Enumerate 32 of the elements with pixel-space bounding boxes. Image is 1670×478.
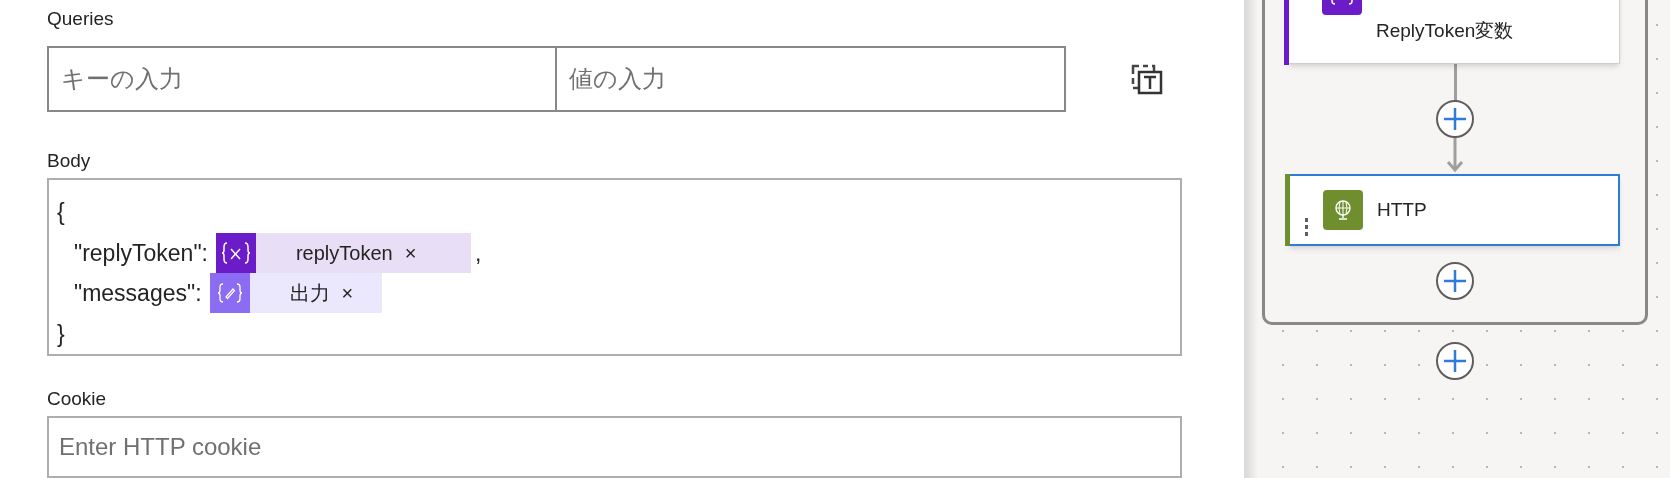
remove-token-button[interactable]: × <box>404 242 417 263</box>
action-title: HTTP <box>1377 198 1427 222</box>
code-text: { <box>57 198 65 227</box>
cookie-input-field[interactable]: Enter HTTP cookie <box>47 416 1182 478</box>
code-text: "messages": <box>74 279 202 308</box>
action-title: ReplyToken変数 <box>1376 19 1514 43</box>
action-card[interactable]: HTTP <box>1288 174 1620 246</box>
field-label: Body <box>47 149 91 173</box>
code-text: } <box>57 319 65 349</box>
token-label: replyToken <box>295 240 393 266</box>
token-chip[interactable]: 出力 × <box>209 273 382 314</box>
code-text: "replyToken": <box>74 238 208 268</box>
variable-icon <box>220 240 251 265</box>
token-label: 出力 <box>289 281 330 307</box>
remove-token-button[interactable]: × <box>341 283 354 304</box>
expression-icon <box>216 283 243 304</box>
text-mode-icon[interactable] <box>1130 62 1164 96</box>
drag-handle-icon[interactable] <box>1305 218 1308 236</box>
plus-icon <box>1444 270 1466 292</box>
value-input-field[interactable]: 値の入力 <box>557 46 1066 112</box>
add-step-button[interactable] <box>1436 342 1474 380</box>
connector-line <box>1454 64 1457 101</box>
key-input-field[interactable]: キーの入力 <box>47 46 557 112</box>
code-text: , <box>474 238 482 268</box>
field-label: Cookie <box>47 387 107 411</box>
body-editor-field[interactable]: { "replyToken": replyToken × , "messages": 出力 × } <box>47 178 1182 356</box>
plus-icon <box>1444 350 1466 372</box>
token-chip[interactable]: replyToken × <box>215 232 471 273</box>
field-label: Queries <box>47 7 114 31</box>
globe-icon <box>1333 199 1353 221</box>
plus-icon <box>1444 108 1466 130</box>
connector-arrow <box>1446 137 1464 173</box>
